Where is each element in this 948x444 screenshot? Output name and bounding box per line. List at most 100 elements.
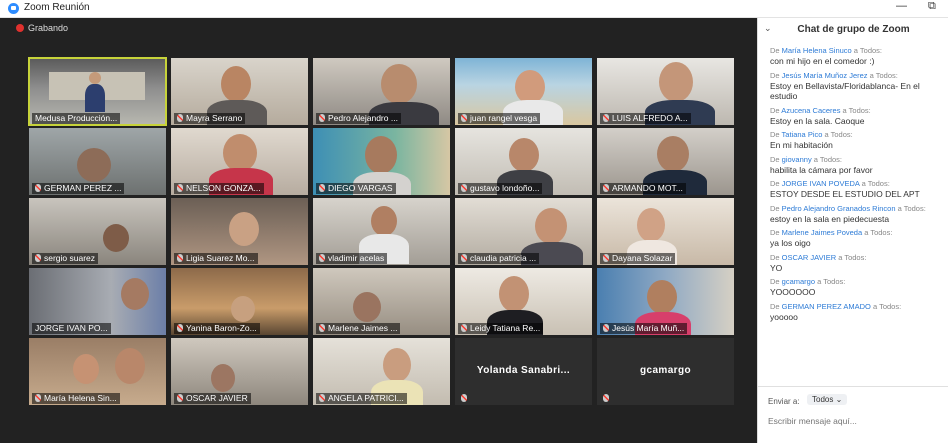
chat-message: De Tatiana Pico a Todos: En mi habitación [770, 130, 946, 151]
video-tile-camera-off[interactable]: Yolanda Sanabri... [455, 338, 592, 405]
mic-muted-icon [177, 184, 183, 192]
video-tile[interactable]: claudia patricia ... [455, 198, 592, 265]
zoom-logo-icon [8, 3, 19, 14]
chat-sender[interactable]: Azucena Caceres [781, 106, 840, 115]
mic-muted-icon [603, 184, 609, 192]
video-tile[interactable]: Mayra Serrano [171, 58, 308, 125]
video-tile[interactable]: vladimir acelas [313, 198, 450, 265]
mic-muted-icon [177, 394, 183, 402]
video-tile[interactable]: sergio suarez [29, 198, 166, 265]
chat-sender[interactable]: gcamargo [782, 277, 815, 286]
chat-composer: Enviar a: Todos ⌄ [758, 386, 948, 444]
participant-name: gustavo londoño... [458, 183, 543, 194]
participant-name: Mayra Serrano [174, 113, 246, 124]
mic-muted-icon [35, 394, 41, 402]
video-tile[interactable]: Leidy Tatiana Re... [455, 268, 592, 335]
chat-sender[interactable]: GERMAN PEREZ AMADO [782, 302, 871, 311]
participant-name: Marlene Jaimes ... [316, 323, 401, 334]
recipient-dropdown[interactable]: Todos ⌄ [807, 394, 848, 405]
participant-name: GERMAN PEREZ ... [32, 183, 125, 194]
chat-text: habilita la cámara por favor [770, 164, 873, 175]
mic-muted-icon [319, 254, 325, 262]
video-tile[interactable]: Jesús María Muñ... [597, 268, 734, 335]
chat-text: estoy en la sala en piedecuesta [770, 213, 890, 224]
video-tile[interactable]: gustavo londoño... [455, 128, 592, 195]
video-tile[interactable]: Medusa Producción... [28, 57, 167, 126]
participant-name: sergio suarez [32, 253, 99, 264]
participant-name: ANGELA PATRICI... [316, 393, 407, 404]
chat-header: ⌄ Chat de grupo de Zoom [758, 18, 948, 40]
chat-sender[interactable]: JORGE IVAN POVEDA [782, 179, 860, 188]
chat-title: Chat de grupo de Zoom [797, 24, 910, 35]
participant-name: OSCAR JAVIER [174, 393, 251, 404]
recording-indicator[interactable]: Grabando [16, 23, 68, 33]
chat-sender[interactable]: Jesús María Muñoz Jerez [782, 71, 868, 80]
participant-name: Ligia Suarez Mo... [174, 253, 258, 264]
video-tile[interactable]: Dayana Solazar [597, 198, 734, 265]
video-tile[interactable]: Marlene Jaimes ... [313, 268, 450, 335]
restore-button[interactable]: ⧉ [928, 0, 936, 13]
chat-message: De Azucena Caceres a Todos: Estoy en la s… [770, 106, 946, 127]
video-tile[interactable]: Yanina Baron-Zo... [171, 268, 308, 335]
minimize-button[interactable]: — [896, 0, 907, 12]
video-tile[interactable]: ARMANDO MOT... [597, 128, 734, 195]
chat-message: De gcamargo a Todos: YOOOOOO [770, 277, 946, 298]
video-tile[interactable]: juan rangel vesga [455, 58, 592, 125]
video-tile[interactable]: NELSON GONZA... [171, 128, 308, 195]
video-tile[interactable]: LUIS ALFREDO A... [597, 58, 734, 125]
chat-sender[interactable]: Tatiana Pico [782, 130, 823, 139]
chat-message: De Marlene Jaimes Poveda a Todos: ya los … [770, 228, 946, 249]
participant-name: Pedro Alejandro ... [316, 113, 401, 124]
mic-muted-icon [319, 394, 325, 402]
mic-muted-icon [177, 114, 183, 122]
chat-text: ya los oigo [770, 238, 811, 248]
participant-name: gcamargo [640, 365, 691, 376]
video-tile[interactable]: GERMAN PEREZ ... [29, 128, 166, 195]
video-tile[interactable]: DIEGO VARGAS [313, 128, 450, 195]
mic-muted-icon [177, 254, 183, 262]
chat-text: con mi hijo en el comedor :) [770, 56, 875, 66]
chat-message: De giovanny a Todos: habilita la cámara p… [770, 155, 946, 176]
participant-name: Dayana Solazar [600, 253, 676, 264]
chat-messages: De María Helena Sinuco a Todos: con mi hi… [770, 46, 946, 326]
mic-muted-icon [603, 254, 609, 262]
chat-sender[interactable]: María Helena Sinuco [782, 46, 852, 55]
participant-name: DIEGO VARGAS [316, 183, 396, 194]
chat-text: Estoy en la sala. Caoque [770, 115, 865, 126]
mic-muted-icon [461, 114, 467, 122]
mic-muted-icon [603, 394, 609, 402]
video-tile[interactable]: Pedro Alejandro ... [313, 58, 450, 125]
mic-muted-icon [461, 254, 467, 262]
participant-name: vladimir acelas [316, 253, 388, 264]
participant-name: Yolanda Sanabri... [476, 365, 571, 376]
chat-message-input[interactable] [768, 414, 938, 428]
video-tile[interactable]: ANGELA PATRICI... [313, 338, 450, 405]
chat-sender[interactable]: OSCAR JAVIER [782, 253, 836, 262]
window-title: Zoom Reunión [24, 2, 90, 13]
mic-muted-icon [603, 114, 609, 122]
participant-name: NELSON GONZA... [174, 183, 264, 194]
mic-muted-icon [461, 394, 467, 402]
video-tile[interactable]: Ligia Suarez Mo... [171, 198, 308, 265]
mic-muted-icon [35, 184, 41, 192]
mic-muted-icon [35, 254, 41, 262]
chat-sender[interactable]: Marlene Jaimes Poveda [782, 228, 862, 237]
video-tile[interactable]: María Helena Sin... [29, 338, 166, 405]
chat-message: De Pedro Alejandro Granados Rincon a Tod… [770, 204, 946, 225]
participant-name: Yanina Baron-Zo... [174, 323, 260, 334]
chat-message: De GERMAN PEREZ AMADO a Todos: yooooo [770, 302, 946, 323]
video-tile[interactable]: JORGE IVAN PO... [29, 268, 166, 335]
video-tile-camera-off[interactable]: gcamargo [597, 338, 734, 405]
mic-muted-icon [461, 324, 467, 332]
participant-name: claudia patricia ... [458, 253, 540, 264]
participant-name: Leidy Tatiana Re... [458, 323, 544, 334]
video-tile[interactable]: OSCAR JAVIER [171, 338, 308, 405]
participant-name: ARMANDO MOT... [600, 183, 686, 194]
video-gallery: Grabando Medusa Producción... Mayra Serr… [0, 18, 757, 443]
chat-panel: ⌄ Chat de grupo de Zoom De María Helena … [757, 18, 948, 443]
title-bar: Zoom Reunión — ⧉ [0, 0, 948, 18]
chat-sender[interactable]: giovanny [782, 155, 812, 164]
chat-sender[interactable]: Pedro Alejandro Granados Rincon [782, 204, 896, 213]
mic-muted-icon [319, 184, 325, 192]
mic-muted-icon [319, 324, 325, 332]
